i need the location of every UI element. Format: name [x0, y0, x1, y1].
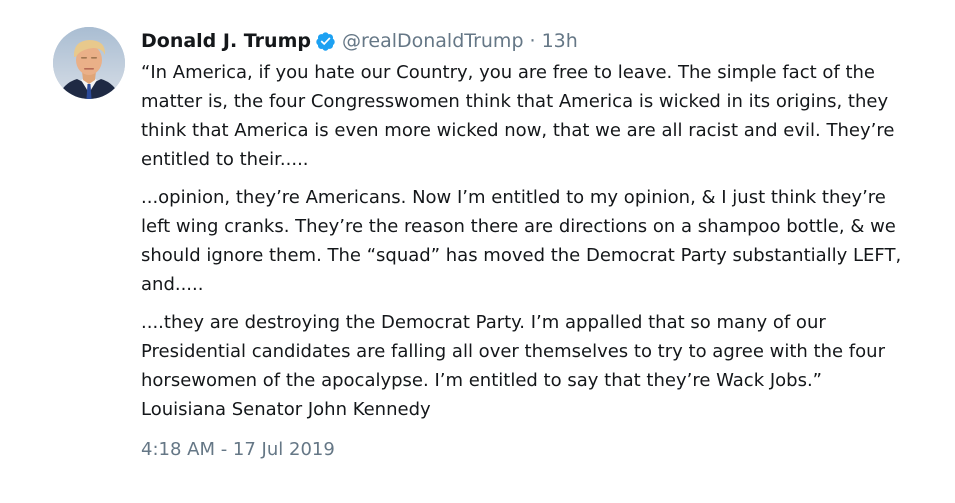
tweet-paragraph-3: ....they are destroying the Democrat Par…: [141, 312, 885, 420]
author-display-name[interactable]: Donald J. Trump: [141, 28, 311, 54]
author-handle[interactable]: @realDonaldTrump: [342, 28, 524, 54]
verified-badge-icon: [315, 31, 336, 52]
tweet-paragraph-2: ...opinion, they’re Americans. Now I’m e…: [141, 187, 902, 295]
profile-photo-icon: [53, 27, 125, 99]
header-separator: ·: [529, 30, 536, 52]
relative-time[interactable]: 13h: [542, 28, 578, 54]
author-avatar[interactable]: [53, 27, 125, 99]
tweet-paragraph-1: “In America, if you hate our Country, yo…: [141, 62, 895, 170]
tweet-header: Donald J. Trump @realDonaldTrump · 13h: [141, 28, 578, 54]
tweet-card: Donald J. Trump @realDonaldTrump · 13h “…: [0, 0, 955, 503]
tweet-text: “In America, if you hate our Country, yo…: [141, 58, 911, 424]
tweet-timestamp[interactable]: 4:18 AM - 17 Jul 2019: [141, 435, 335, 464]
